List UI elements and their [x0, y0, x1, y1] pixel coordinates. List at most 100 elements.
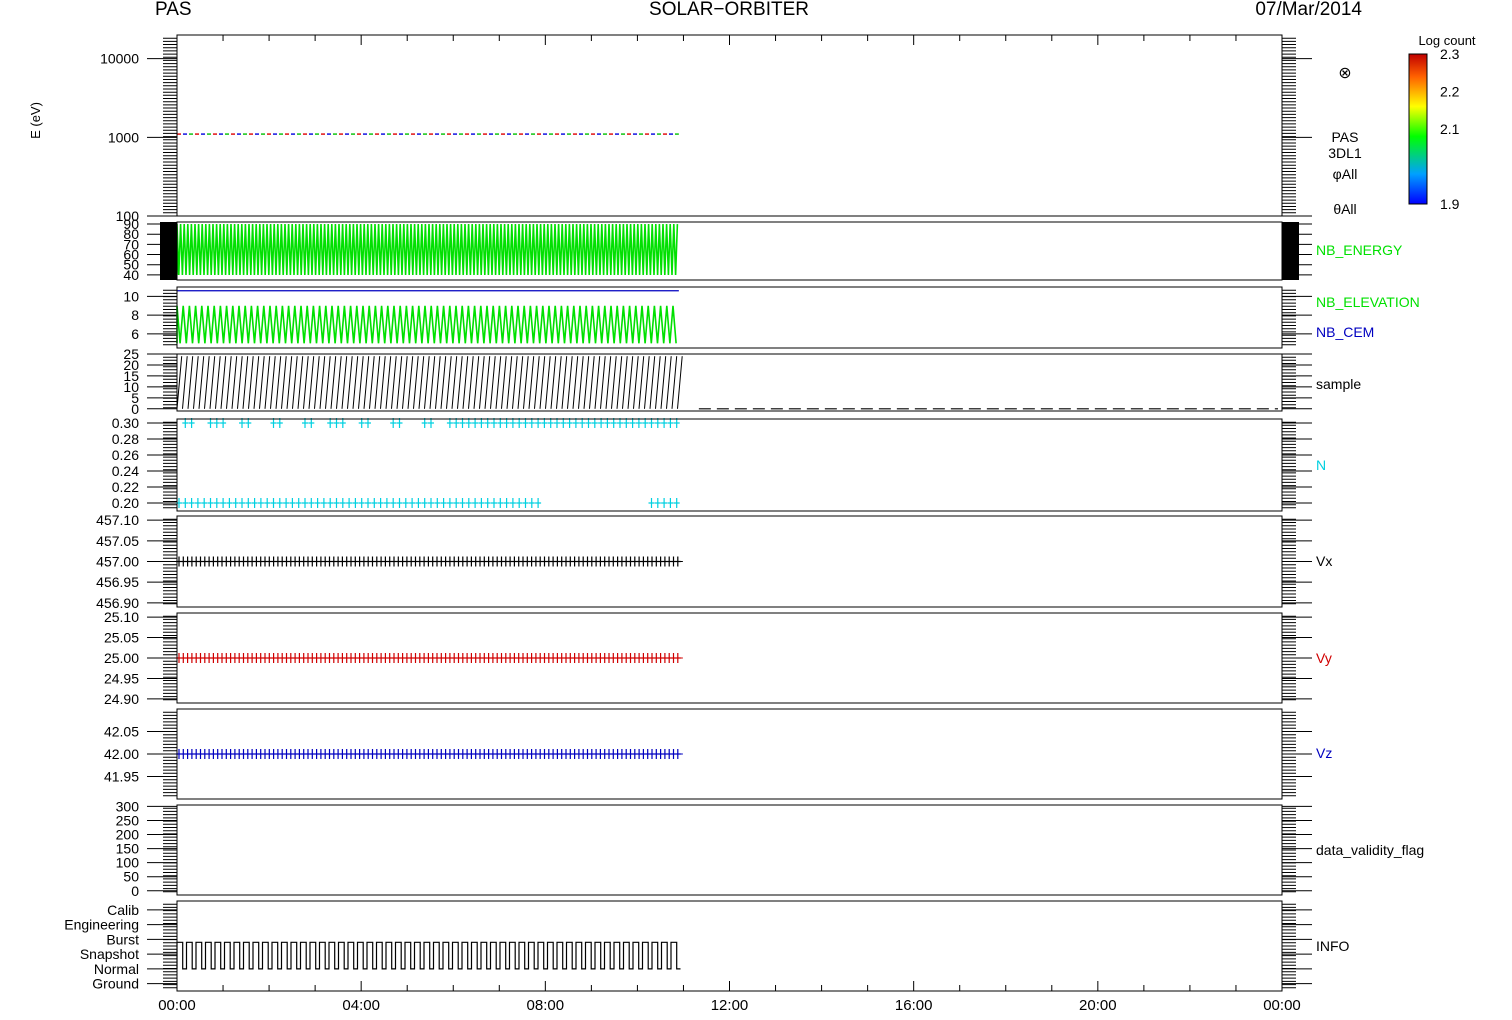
panel-info: CalibEngineeringBurstSnapshotNormalGroun… [64, 900, 1350, 992]
series-label: Vx [1316, 553, 1332, 569]
series-vy-0 [176, 653, 683, 663]
y-tick-label: 0.30 [112, 415, 139, 431]
series-label: Vy [1316, 650, 1332, 666]
panel-frame [176, 34, 1283, 217]
y-tick-label: 457.05 [96, 533, 139, 549]
colorbar-tick-label: 2.3 [1440, 46, 1460, 62]
y-tick-label: Ground [92, 976, 139, 992]
series-label: 3DL1 [1328, 145, 1362, 161]
series-label: NB_ELEVATION [1316, 294, 1420, 310]
y-axis-label: E (eV) [28, 102, 43, 139]
series-label: Vz [1316, 745, 1332, 761]
panel-vz: 42.05 42.00 41.95 Vz [104, 708, 1332, 800]
time-tick-label: 20:00 [1079, 997, 1117, 1014]
series-vx-0 [176, 556, 683, 567]
y-tick-label: 40 [123, 267, 139, 283]
time-tick-label: 12:00 [711, 997, 749, 1014]
series-label: sample [1316, 376, 1361, 392]
right-fill-block [1282, 222, 1299, 280]
oscillation-trace [176, 305, 677, 344]
y-tick-label: 457.00 [96, 554, 139, 570]
time-tick-label: 08:00 [527, 997, 565, 1014]
y-tick-label: 10000 [100, 51, 139, 67]
series-nb_elevation-0 [176, 305, 677, 344]
y-tick-label: Snapshot [80, 946, 139, 962]
panel-energy: 100001000100E (eV) PAS3DL1φAllθAll⊗ [28, 34, 1362, 224]
panel-vx: 457.10457.05457.00456.95456.90Vx [96, 512, 1332, 611]
series-label: data_validity_flag [1316, 842, 1424, 858]
header-instrument: PAS [155, 0, 192, 20]
y-tick-label: 8 [131, 307, 139, 323]
y-tick-label: 0.28 [112, 431, 139, 447]
colorbar-tick-label: 2.1 [1440, 121, 1460, 137]
time-axis: 00:00 04:00 08:00 12:00 16:00 20:00 00:00 [158, 35, 1301, 1014]
plus-markers [176, 498, 680, 508]
y-tick-label: 6 [131, 326, 139, 342]
direction-symbol: ⊗ [1338, 65, 1351, 82]
colorbar-scale [1408, 53, 1428, 205]
y-tick-label: 456.95 [96, 574, 139, 590]
series-label: NB_ENERGY [1316, 242, 1403, 258]
minor-ticks [163, 807, 1296, 893]
series-nb_energy-0 [176, 224, 679, 275]
y-tick-label: 24.95 [104, 670, 139, 686]
summary-plot: PAS SOLAR−ORBITER 07/Mar/2014 10000 1000 1… [28, 0, 1476, 1014]
y-tick-label: 0.26 [112, 447, 139, 463]
minor-ticks [163, 37, 1296, 214]
panel-frame [176, 900, 1283, 992]
sawtooth-trace [176, 356, 683, 409]
time-tick-label: 16:00 [895, 997, 933, 1014]
header-mission: SOLAR−ORBITER [649, 0, 809, 20]
header-date: 07/Mar/2014 [1255, 0, 1362, 20]
panel-validity: 300250200150100500data_validity_flag [116, 798, 1425, 898]
minor-ticks [163, 903, 1296, 989]
y-tick-label: 25.10 [104, 609, 139, 625]
y-tick-label: 0 [131, 883, 139, 899]
y-tick-label: 42.05 [104, 724, 139, 740]
y-tick-label: 0.24 [112, 463, 139, 479]
header: PAS SOLAR−ORBITER 07/Mar/2014 [155, 0, 1362, 20]
time-tick-label: 00:00 [158, 997, 196, 1014]
series-info-0 [176, 941, 681, 970]
series-label: θAll [1333, 201, 1356, 217]
panel-vy: 25.10 25.05 25.00 24.95 24.90 Vy [104, 609, 1332, 707]
y-tick-label: Calib [107, 902, 139, 918]
colorbar-tick-label: 1.9 [1440, 196, 1460, 212]
y-tick-label: 42.00 [104, 746, 139, 762]
series-sample-0 [176, 356, 683, 409]
panel-frame [176, 418, 1283, 512]
y-tick-label: 41.95 [104, 769, 139, 785]
y-tick-label: 10 [123, 288, 139, 304]
y-tick-label: Normal [94, 961, 139, 977]
panel-frame [176, 804, 1283, 896]
series-vz-0 [176, 749, 683, 759]
series-label: INFO [1316, 938, 1350, 954]
y-tick-label: 1000 [108, 129, 139, 145]
mode-trace [176, 941, 681, 970]
panel-n: 0.300.280.260.240.220.20 N [112, 415, 1326, 512]
panels: 100001000100E (eV) PAS3DL1φAllθAll⊗908070… [28, 34, 1425, 992]
series-label: φAll [1333, 166, 1358, 182]
y-tick-label: 24.90 [104, 691, 139, 707]
time-tick-label: 04:00 [342, 997, 380, 1014]
series-label: N [1316, 457, 1326, 473]
colorbar-tick-label: 2.2 [1440, 84, 1460, 100]
series-n-0 [176, 418, 680, 508]
colorbar: Log count 2.32.22.11.9 [1408, 33, 1476, 212]
y-tick-label: 25.05 [104, 630, 139, 646]
oscillation-trace [176, 224, 679, 275]
minor-ticks [163, 421, 1296, 509]
series-label: NB_CEM [1316, 324, 1374, 340]
y-tick-label: 0.20 [112, 495, 139, 511]
panel-nb_elevation: 10 8 6 NB_ELEVATION NB_CEM [123, 286, 1420, 349]
panel-nb_energy: 908070605040NB_ENERGY [123, 216, 1403, 283]
panel-sample: 2520151050sample [123, 346, 1361, 417]
y-tick-label: Burst [106, 931, 139, 947]
y-tick-label: 457.10 [96, 512, 139, 528]
left-fill-block [160, 222, 177, 280]
y-tick-label: 25.00 [104, 650, 139, 666]
series-label: PAS [1332, 129, 1359, 145]
y-tick-label: Engineering [64, 917, 139, 933]
y-tick-label: 0.22 [112, 479, 139, 495]
time-tick-label: 00:00 [1263, 997, 1301, 1014]
